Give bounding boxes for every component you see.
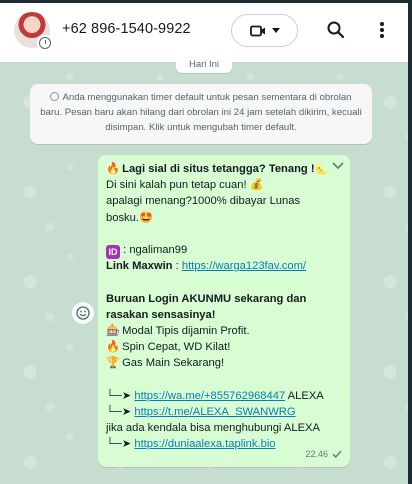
- search-icon: [327, 21, 345, 39]
- window-top-edge: [0, 0, 412, 3]
- message-menu-chevron-icon[interactable]: [332, 162, 344, 170]
- smiley-icon: [76, 306, 90, 320]
- message-line: apalagi menang?1000% dibayar Lunas: [106, 195, 301, 208]
- message-text: ALEXA: [285, 389, 324, 402]
- message-line: bosku.🤩: [106, 210, 342, 226]
- message-text: Buruan Login AKUNMU sekarang dan: [106, 292, 307, 305]
- moon-icon: 🌜: [314, 163, 329, 175]
- message-time: 22.46: [305, 448, 328, 459]
- message-line: Buruan Login AKUNMU sekarang dan: [106, 291, 342, 307]
- kebab-menu-icon: [380, 22, 384, 38]
- timer-icon: [50, 92, 60, 101]
- contact-name[interactable]: +62 896-1540-9922: [62, 21, 191, 37]
- incoming-message-bubble[interactable]: 🔥 Lagi sial di situs tetangga? Tenang !🌜…: [98, 155, 350, 467]
- message-line: 🔥 Spin Cepat, WD Kilat!: [106, 339, 342, 355]
- message-text: Modal Tipis dijamin Profit.: [122, 324, 250, 337]
- system-notice-text: Anda menggunakan timer default untuk pes…: [40, 92, 362, 133]
- message-text: Spin Cepat, WD Kilat!: [122, 341, 231, 354]
- more-options-button[interactable]: [372, 19, 392, 43]
- slot-machine-icon: 🎰: [106, 324, 120, 337]
- message-line: Link Maxwin : https://warga123fav.com/: [106, 258, 342, 274]
- fire-icon: 🔥: [106, 163, 120, 175]
- trophy-icon: 🏆: [106, 357, 120, 370]
- message-line: 🎰 Modal Tipis dijamin Profit.: [106, 323, 342, 339]
- system-notice[interactable]: Anda menggunakan timer default untuk pes…: [30, 84, 372, 144]
- telegram-link[interactable]: https://t.me/ALEXA_SWANWRG: [134, 406, 295, 418]
- arrow-prefix: └─➤: [106, 389, 132, 402]
- message-text: Gas Main Sekarang!: [122, 357, 225, 370]
- react-emoji-button[interactable]: [72, 302, 94, 324]
- contact-avatar[interactable]: [14, 12, 53, 51]
- starstruck-face-icon: 🤩: [138, 211, 153, 224]
- message-headline: Lagi sial di situs tetangga? Tenang !: [122, 163, 315, 175]
- disappearing-timer-badge: [37, 35, 53, 51]
- message-line: └─➤ https://wa.me/+855762968447 ALEXA: [106, 388, 342, 404]
- message-line: jika ada kendala bisa menghubungi ALEXA: [106, 422, 320, 434]
- message-line: 🏆 Gas Main Sekarang!: [106, 355, 342, 371]
- date-divider: Hari Ini: [176, 56, 232, 73]
- single-check-icon: [332, 450, 342, 458]
- arrow-prefix: └─➤: [106, 405, 132, 418]
- video-call-button[interactable]: [231, 14, 298, 47]
- message-text: bosku.: [106, 211, 139, 224]
- whatsapp-link[interactable]: https://wa.me/+855762968447: [134, 390, 285, 402]
- whatsapp-chat-window: +62 896-1540-9922 Hari Ini Anda mengguna…: [0, 0, 412, 484]
- message-text: Link Maxwin: [106, 260, 173, 273]
- message-text: : ngaliman99: [123, 243, 188, 256]
- search-button[interactable]: [326, 20, 348, 42]
- maxwin-link[interactable]: https://warga123fav.com/: [182, 260, 306, 272]
- money-bag-icon: 💰: [249, 179, 264, 192]
- id-icon: ID: [106, 244, 120, 259]
- chevron-down-icon: [271, 28, 280, 33]
- message-list[interactable]: Hari Ini Anda menggunakan timer default …: [0, 56, 408, 484]
- message-text: Di sini kalah pun tetap cuan!: [106, 179, 247, 192]
- message-line: └─➤ https://t.me/ALEXA_SWANWRG: [106, 404, 342, 420]
- video-camera-icon: [249, 25, 265, 36]
- message-text: rasakan sensasinya!: [106, 308, 216, 321]
- message-line: rasakan sensasinya!: [106, 307, 342, 323]
- message-meta: 22.46: [305, 446, 342, 462]
- taplink-link[interactable]: https://duniaalexa.taplink.bio: [134, 438, 275, 450]
- timer-icon: [39, 37, 51, 49]
- arrow-prefix: └─➤: [106, 438, 132, 451]
- fire-icon: 🔥: [106, 341, 120, 354]
- chat-header: +62 896-1540-9922: [0, 0, 408, 62]
- message-line: ID : ngaliman99: [106, 242, 342, 259]
- message-line: 🔥 Lagi sial di situs tetangga? Tenang !🌜: [106, 161, 342, 177]
- window-right-edge: [408, 0, 412, 484]
- message-line: Di sini kalah pun tetap cuan! 💰: [106, 177, 342, 193]
- message-text: :: [172, 260, 182, 273]
